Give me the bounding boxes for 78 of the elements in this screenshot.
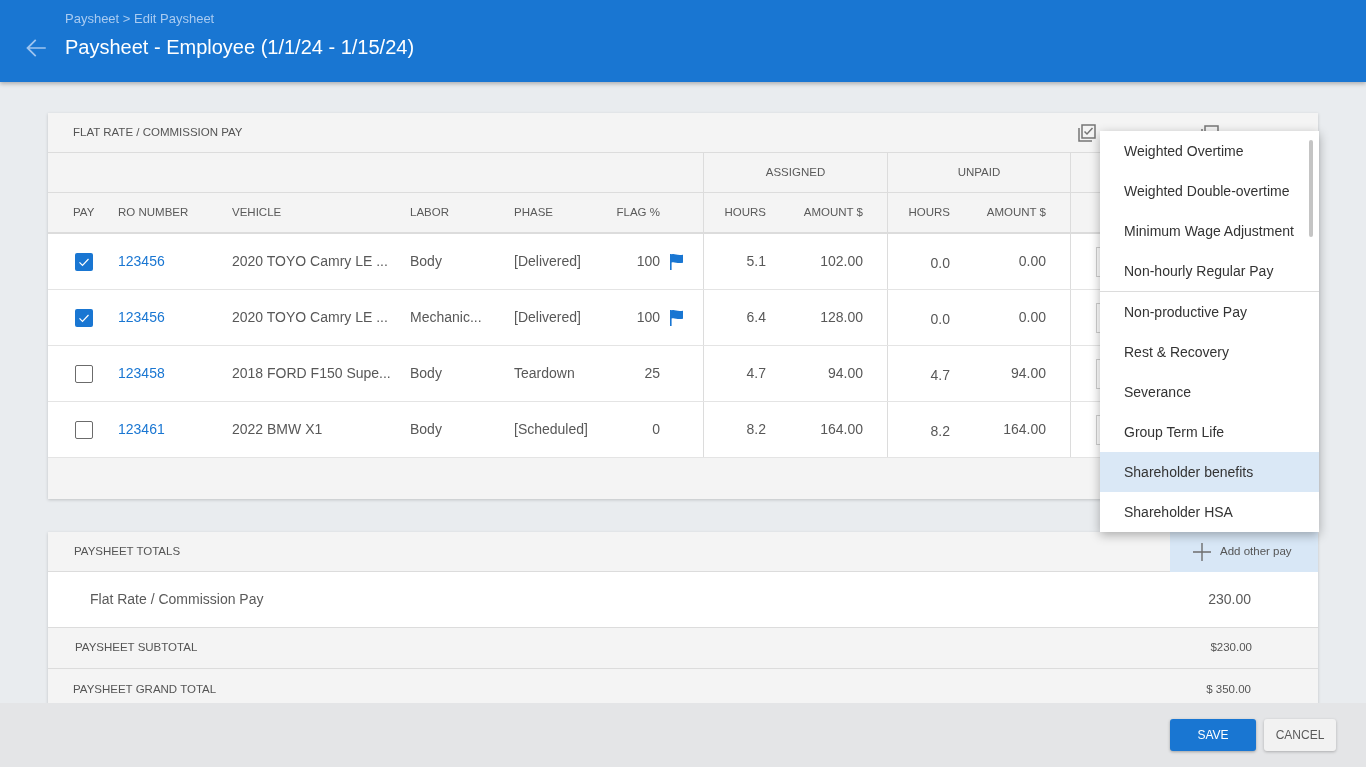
checkbox[interactable] xyxy=(75,420,93,439)
table-cell-text: 128.00 xyxy=(820,308,863,327)
grand-total-label: PAYSHEET GRAND TOTAL xyxy=(73,681,217,697)
ro-number-link[interactable]: 123458 xyxy=(118,363,165,384)
subtotal-amount: $230.00 xyxy=(1210,640,1252,656)
subtotal-label: PAYSHEET SUBTOTAL xyxy=(75,640,198,656)
table-cell-text: 25 xyxy=(644,364,660,383)
table-cell-text: [Delivered] xyxy=(514,252,581,271)
table-cell-text: 0 xyxy=(652,420,660,439)
checked-boxes-icon[interactable] xyxy=(1077,123,1096,142)
checkbox[interactable] xyxy=(75,308,93,327)
checkbox[interactable] xyxy=(75,364,93,383)
table-cell-text: Mechanic... xyxy=(410,308,482,327)
table-cell-text: 164.00 xyxy=(820,420,863,439)
column-header: PAY xyxy=(73,204,95,220)
table-cell-text: Teardown xyxy=(514,364,575,383)
table-cell-text: 8.2 xyxy=(746,420,766,439)
column-header: FLAG % xyxy=(616,204,660,220)
card-title: FLAT RATE / COMMISSION PAY xyxy=(73,124,243,140)
menu-item[interactable]: Minimum Wage Adjustment xyxy=(1100,211,1319,251)
page-title: Paysheet - Employee (1/1/24 - 1/15/24) xyxy=(65,35,415,59)
card-title: PAYSHEET TOTALS xyxy=(74,543,181,559)
add-other-pay-button[interactable]: Add other pay xyxy=(1170,531,1318,572)
checkbox[interactable] xyxy=(75,252,93,271)
column-header: HOURS xyxy=(724,204,766,220)
table-cell-text: 4.7 xyxy=(930,365,950,385)
table-cell-text: [Delivered] xyxy=(514,308,581,327)
table-cell-text: 100 xyxy=(636,252,660,271)
table-cell-text: 4.7 xyxy=(746,364,766,383)
table-cell-text: [Scheduled] xyxy=(514,420,588,439)
menu-item[interactable]: Non-hourly Regular Pay xyxy=(1100,251,1319,291)
table-cell-text: 0.00 xyxy=(1018,252,1046,271)
column-header: PHASE xyxy=(514,204,553,220)
table-cell-text: 5.1 xyxy=(746,252,766,271)
scrollbar-thumb[interactable] xyxy=(1309,140,1313,237)
grand-total-amount: $ 350.00 xyxy=(1206,681,1251,697)
menu-item[interactable]: Rest & Recovery xyxy=(1100,332,1319,372)
column-header: HOURS xyxy=(908,204,950,220)
column-header: RO NUMBER xyxy=(118,204,189,220)
table-cell-text: 102.00 xyxy=(820,252,863,271)
table-cell-text: 94.00 xyxy=(827,364,863,383)
ro-number-link[interactable]: 123461 xyxy=(118,419,165,440)
column-header: AMOUNT $ xyxy=(986,204,1046,220)
plus-icon xyxy=(1192,541,1212,562)
table-cell-text: 2018 FORD F150 Supe... xyxy=(232,364,391,383)
pay-line-label: Flat Rate / Commission Pay xyxy=(90,590,264,609)
table-cell-text: 2020 TOYO Camry LE ... xyxy=(232,252,388,271)
menu-item[interactable]: Severance xyxy=(1100,372,1319,412)
menu-item[interactable]: Weighted Overtime xyxy=(1100,131,1319,171)
table-cell-text: Body xyxy=(410,252,442,271)
column-header: LABOR xyxy=(410,204,449,220)
column-header: VEHICLE xyxy=(232,204,282,220)
table-cell-text: 0.0 xyxy=(930,309,950,329)
pay-line-amount: 230.00 xyxy=(1208,590,1251,609)
table-cell-text: 6.4 xyxy=(746,308,766,327)
ro-number-link[interactable]: 123456 xyxy=(118,307,165,328)
column-group-header: ASSIGNED xyxy=(765,164,826,180)
ro-number-link[interactable]: 123456 xyxy=(118,251,165,272)
menu-item[interactable]: Group Term Life xyxy=(1100,412,1319,452)
table-cell-text: 2022 BMW X1 xyxy=(232,420,323,439)
breadcrumb: Paysheet > Edit Paysheet xyxy=(65,11,216,27)
table-cell-text: 0.00 xyxy=(1018,308,1046,327)
save-button[interactable]: SAVE xyxy=(1170,719,1256,751)
table-cell-text: Body xyxy=(410,420,442,439)
column-header: AMOUNT $ xyxy=(803,204,863,220)
table-cell-text: 164.00 xyxy=(1003,420,1046,439)
table-cell-text: 8.2 xyxy=(930,421,950,441)
menu-item[interactable]: Shareholder benefits xyxy=(1100,452,1319,492)
table-cell-text: 0.0 xyxy=(930,253,950,273)
table-cell-text: Body xyxy=(410,364,442,383)
menu-item[interactable]: Shareholder HSA xyxy=(1100,492,1319,532)
table-cell-text: 2020 TOYO Camry LE ... xyxy=(232,308,388,327)
menu-item[interactable]: Non-productive Pay xyxy=(1100,292,1319,332)
column-group-header: UNPAID xyxy=(957,164,1001,180)
menu-item[interactable]: Weighted Double-overtime xyxy=(1100,171,1319,211)
table-cell-text: 100 xyxy=(636,308,660,327)
table-cell-text: 94.00 xyxy=(1010,364,1046,383)
cancel-button[interactable]: CANCEL xyxy=(1264,719,1336,751)
